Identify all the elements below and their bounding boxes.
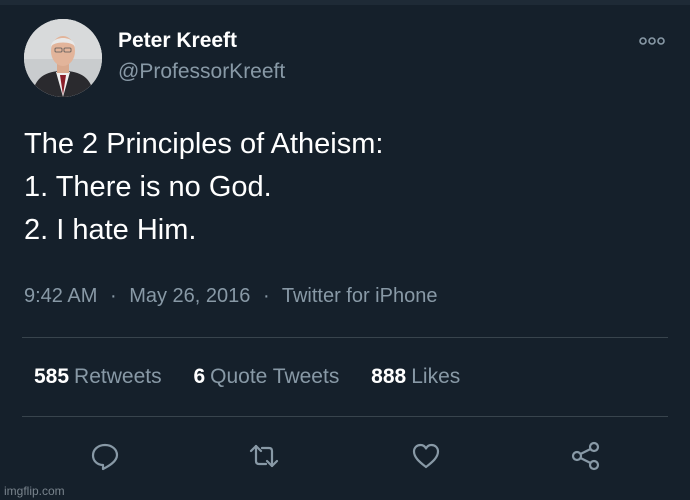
tweet-stats: 585 Retweets 6 Quote Tweets 888 Likes [34, 365, 486, 389]
tweet-line: 1. There is no God. [24, 171, 272, 203]
retweet-icon[interactable] [248, 440, 280, 472]
tweet-source[interactable]: Twitter for iPhone [282, 285, 438, 307]
watermark: imgflip.com [4, 484, 65, 498]
likes-label: Likes [411, 365, 461, 388]
avatar-photo [24, 19, 102, 97]
divider [22, 337, 668, 338]
quote-tweets-label: Quote Tweets [210, 365, 340, 388]
more-options-icon[interactable] [638, 34, 666, 48]
meta-separator: · [262, 285, 270, 307]
top-border [0, 0, 690, 5]
like-icon[interactable] [410, 440, 442, 472]
tweet-time[interactable]: 9:42 AM [24, 285, 97, 307]
quote-tweets-stat[interactable]: 6 Quote Tweets [193, 365, 339, 389]
tweet-line: 2. I hate Him. [24, 214, 197, 246]
avatar[interactable] [24, 19, 102, 97]
retweets-count: 585 [34, 365, 70, 388]
likes-stat[interactable]: 888 Likes [371, 365, 460, 389]
meta-separator: · [109, 285, 117, 307]
reply-icon[interactable] [89, 440, 121, 472]
quote-tweets-count: 6 [193, 365, 206, 388]
author-handle[interactable]: @ProfessorKreeft [118, 60, 285, 84]
retweets-stat[interactable]: 585 Retweets [34, 365, 162, 389]
divider [22, 416, 668, 417]
tweet-text: The 2 Principles of Atheism: 1. There is… [24, 123, 383, 252]
tweet-metadata: 9:42 AM · May 26, 2016 · Twitter for iPh… [24, 285, 437, 308]
retweets-label: Retweets [74, 365, 162, 388]
share-icon[interactable] [570, 440, 602, 472]
likes-count: 888 [371, 365, 407, 388]
author-name[interactable]: Peter Kreeft [118, 29, 237, 53]
tweet-line: The 2 Principles of Atheism: [24, 128, 384, 160]
tweet-date[interactable]: May 26, 2016 [129, 285, 250, 307]
